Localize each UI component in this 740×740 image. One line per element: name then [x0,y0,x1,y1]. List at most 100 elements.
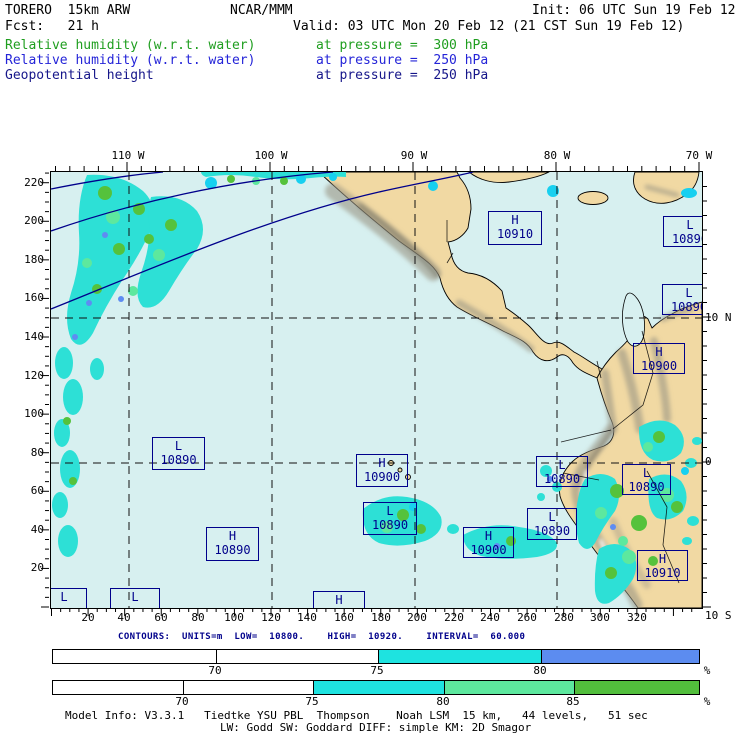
hl-marker-value: 10900 [470,543,507,557]
bottom-axis-label: 60 [154,611,168,624]
colorbar-divider [216,650,217,663]
hl-marker-letter: L [548,510,556,524]
bottom-axis-label: 160 [334,611,354,624]
hl-marker: L10890 [622,464,671,495]
hl-marker-letter: L [685,286,693,300]
colorbar-segment [216,650,378,663]
colorbar-tick-label: 70 [208,664,222,677]
colorbar-tick-label: 80 [533,664,547,677]
colorbar-segment [444,681,574,694]
bottom-axis-label: 240 [480,611,500,624]
bottom-axis-label: 120 [261,611,281,624]
hl-marker: L10890 [662,284,702,315]
colorbar-rh250 [52,649,700,664]
init-time: Init: 06 UTC Sun 19 Feb 12 [532,3,736,18]
left-axis-label: 100 [24,407,44,420]
colorbar-segment [574,681,699,694]
colorbar-tick-label: 75 [370,664,384,677]
hl-marker-letter: L [642,466,651,480]
colorbar-tick-label: 85 [566,695,580,708]
hl-marker-letter: H [378,456,386,470]
right-axis-label: 10 S [705,609,732,622]
left-axis-label: 120 [24,369,44,382]
top-axis-label: 80 W [543,149,571,162]
bottom-axis-label: 20 [81,611,95,624]
bottom-axis-label: 200 [407,611,427,624]
colorbar-segment [53,681,183,694]
colorbar-segment [541,650,699,663]
hl-marker: H 10910 [488,211,542,245]
legend-level-rh300: at pressure = 300 hPa [316,38,489,53]
hl-marker-value: 10890 [670,300,702,314]
hl-marker-value: 10900 [363,470,401,484]
colorbar-divider [444,681,445,694]
colorbar-tick-label: 75 [305,695,319,708]
hl-marker-letter: H [655,345,663,359]
model-name: TORERO 15km ARW [5,3,131,18]
colorbar-segment [53,650,216,663]
left-axis-label: 40 [30,523,44,536]
colorbar-tick-label: 80 [436,695,450,708]
hl-marker-value: 10910 [496,227,534,241]
hl-marker-value: 10890 [628,480,665,494]
hl-marker-value: 10890 [533,524,571,538]
colorbar-tick-label: % [703,695,711,708]
left-axis-label: 200 [24,214,44,227]
map-frame: H10910L10890L10890H10900L10890H10900L108… [50,171,703,609]
bottom-axis-label: 180 [371,611,391,624]
legend-field-height: Geopotential height [5,68,154,83]
left-axis-label: 80 [30,446,44,459]
colorbar-rh300 [52,680,700,695]
hl-marker: L10890 [663,216,702,247]
bottom-axis-label: 280 [554,611,574,624]
right-axis-label: 0 [705,455,712,468]
hl-marker-value: 10890 [543,472,581,486]
top-axis-label: 100 W [254,149,288,162]
center-name: NCAR/MMM [230,3,293,18]
hl-marker-letter: H [511,213,519,227]
bottom-axis-label: 320 [627,611,647,624]
left-axis-label: 140 [24,330,44,343]
bottom-axis-label: 300 [590,611,610,624]
hl-marker-letter: L [60,590,68,604]
hl-marker-letter: L [686,218,694,232]
hl-marker: H 10900 [356,454,408,487]
hl-marker-letter: H [335,593,343,607]
top-axis-label: 110 W [111,149,145,162]
left-axis-label: 20 [30,561,44,574]
hl-marker: H 10900 [463,527,514,558]
hl-marker-letter: H [658,552,667,566]
hl-marker-value: 10900 [640,359,678,373]
top-axis-label: 90 W [400,149,428,162]
left-axis-label: 180 [24,253,44,266]
hl-marker-letter: H [484,529,493,543]
left-axis-label: 60 [30,484,44,497]
right-axis-label: 10 N [705,311,732,324]
forecast-hour: Fcst: 21 h [5,19,99,34]
legend-field-rh250: Relative humidity (w.r.t. water) [5,53,256,68]
colorbar-divider [313,681,314,694]
colorbar-segment [313,681,444,694]
hl-marker: H 10890 [206,527,259,561]
hl-marker-letter: L [174,439,183,453]
colorbar-tick-label: 70 [175,695,189,708]
hl-marker-letter: H [228,529,237,543]
hl-marker: L10890 [152,437,205,470]
hl-marker: H 10910 [637,550,688,581]
colorbar-tick-label: % [703,664,711,677]
valid-time: Valid: 03 UTC Mon 20 Feb 12 (21 CST Sun … [293,19,685,34]
contour-info-line: CONTOURS: UNITS=m LOW= 10800. HIGH= 1092… [118,632,526,642]
bottom-axis-label: 220 [444,611,464,624]
colorbar-divider [541,650,542,663]
colorbar-segment [378,650,541,663]
top-axis-label: 70 W [685,149,713,162]
bottom-axis-label: 40 [117,611,131,624]
bottom-axis-label: 100 [224,611,244,624]
legend-level-height: at pressure = 250 hPa [316,68,489,83]
colorbar-divider [183,681,184,694]
left-axis-label: 220 [24,176,44,189]
hl-marker-value: 10910 [644,566,681,580]
hl-marker-value: 10890 [214,543,251,557]
colorbar-divider [378,650,379,663]
hl-marker: L10890 [527,508,577,540]
